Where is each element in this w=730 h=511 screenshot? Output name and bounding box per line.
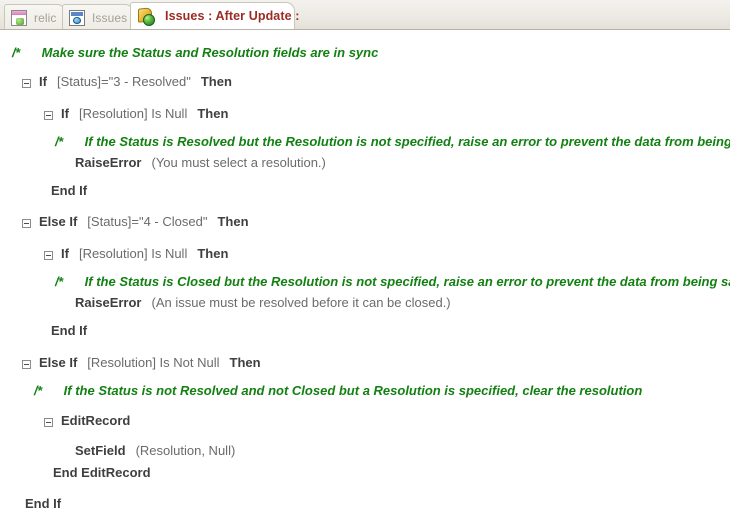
keyword-else-if: Else If bbox=[39, 214, 78, 229]
tab-issues-after-update[interactable]: Issues : After Update : bbox=[130, 2, 299, 29]
keyword-then: Then bbox=[197, 106, 229, 121]
comment-text: Make sure the Status and Resolution fiel… bbox=[41, 45, 379, 60]
condition-expression: [Status]="4 - Closed" bbox=[87, 214, 208, 229]
keyword-if: If bbox=[61, 106, 69, 121]
keyword-then: Then bbox=[217, 214, 249, 229]
comment-text: If the Status is Closed but the Resoluti… bbox=[84, 274, 730, 289]
macro-block-if-nested[interactable]: If [Resolution] Is Null Then bbox=[44, 246, 228, 262]
collapse-icon[interactable] bbox=[44, 250, 53, 260]
action-arguments: (Resolution, Null) bbox=[135, 443, 236, 458]
action-name: RaiseError bbox=[75, 155, 142, 170]
keyword-end-if: End If bbox=[25, 496, 62, 511]
collapse-icon[interactable] bbox=[22, 78, 31, 88]
comment-marker: /* bbox=[55, 274, 63, 289]
action-name: SetField bbox=[75, 443, 126, 458]
keyword-else-if: Else If bbox=[39, 355, 78, 370]
macro-end-if[interactable]: End If bbox=[51, 323, 87, 339]
document-tab-strip: relic Issues Issues : After Update : bbox=[0, 0, 730, 30]
macro-block-if[interactable]: If [Status]="3 - Resolved" Then bbox=[22, 74, 232, 90]
macro-design-canvas[interactable]: /* Make sure the Status and Resolution f… bbox=[0, 30, 730, 511]
comment-marker: /* bbox=[12, 45, 20, 60]
macro-action-setfield[interactable]: SetField (Resolution, Null) bbox=[75, 443, 235, 459]
macro-comment[interactable]: /* If the Status is Closed but the Resol… bbox=[55, 274, 730, 290]
keyword-then: Then bbox=[197, 246, 229, 261]
keyword-then: Then bbox=[229, 355, 261, 370]
keyword-then: Then bbox=[200, 74, 232, 89]
keyword-end-if: End If bbox=[51, 183, 88, 198]
macro-block-if-nested[interactable]: If [Resolution] Is Null Then bbox=[44, 106, 228, 122]
macro-action-raiseerror[interactable]: RaiseError (An issue must be resolved be… bbox=[75, 295, 451, 311]
tab-label-issues-after-update: Issues : After Update : bbox=[165, 9, 300, 23]
macro-icon bbox=[137, 8, 155, 26]
comment-text: If the Status is Resolved but the Resolu… bbox=[84, 134, 730, 149]
tab-issues[interactable]: Issues bbox=[62, 4, 134, 29]
action-name: RaiseError bbox=[75, 295, 142, 310]
macro-end-if[interactable]: End If bbox=[25, 496, 61, 511]
action-arguments: (An issue must be resolved before it can… bbox=[151, 295, 451, 310]
keyword-if: If bbox=[39, 74, 47, 89]
tab-label-issues: Issues bbox=[92, 10, 128, 25]
table-icon bbox=[69, 9, 85, 26]
macro-comment[interactable]: /* Make sure the Status and Resolution f… bbox=[12, 45, 378, 61]
condition-expression: [Resolution] Is Null bbox=[78, 246, 188, 261]
macro-comment[interactable]: /* If the Status is not Resolved and not… bbox=[34, 383, 642, 399]
condition-expression: [Resolution] Is Not Null bbox=[87, 355, 220, 370]
macro-block-else-if[interactable]: Else If [Resolution] Is Not Null Then bbox=[22, 355, 261, 371]
action-arguments: (You must select a resolution.) bbox=[151, 155, 326, 170]
macro-end-editrecord[interactable]: End EditRecord bbox=[53, 465, 151, 481]
macro-comment[interactable]: /* If the Status is Resolved but the Res… bbox=[55, 134, 730, 150]
macro-action-raiseerror[interactable]: RaiseError (You must select a resolution… bbox=[75, 155, 326, 171]
comment-text: If the Status is not Resolved and not Cl… bbox=[63, 383, 643, 398]
collapse-icon[interactable] bbox=[22, 218, 31, 228]
collapse-icon[interactable] bbox=[44, 417, 53, 427]
macro-block-else-if[interactable]: Else If [Status]="4 - Closed" Then bbox=[22, 214, 249, 230]
condition-expression: [Resolution] Is Null bbox=[78, 106, 188, 121]
keyword-if: If bbox=[61, 246, 69, 261]
tab-label-relic: relic bbox=[34, 10, 57, 25]
tab-relic[interactable]: relic bbox=[4, 4, 66, 29]
collapse-icon[interactable] bbox=[22, 359, 31, 369]
macro-end-if[interactable]: End If bbox=[51, 183, 87, 199]
macro-block-editrecord[interactable]: EditRecord bbox=[44, 413, 130, 429]
form-icon bbox=[11, 9, 27, 26]
comment-marker: /* bbox=[55, 134, 63, 149]
keyword-end-if: End If bbox=[51, 323, 88, 338]
condition-expression: [Status]="3 - Resolved" bbox=[56, 74, 191, 89]
keyword-editrecord: EditRecord bbox=[61, 413, 131, 428]
keyword-end-editrecord: End EditRecord bbox=[53, 465, 151, 480]
comment-marker: /* bbox=[34, 383, 42, 398]
collapse-icon[interactable] bbox=[44, 110, 53, 120]
